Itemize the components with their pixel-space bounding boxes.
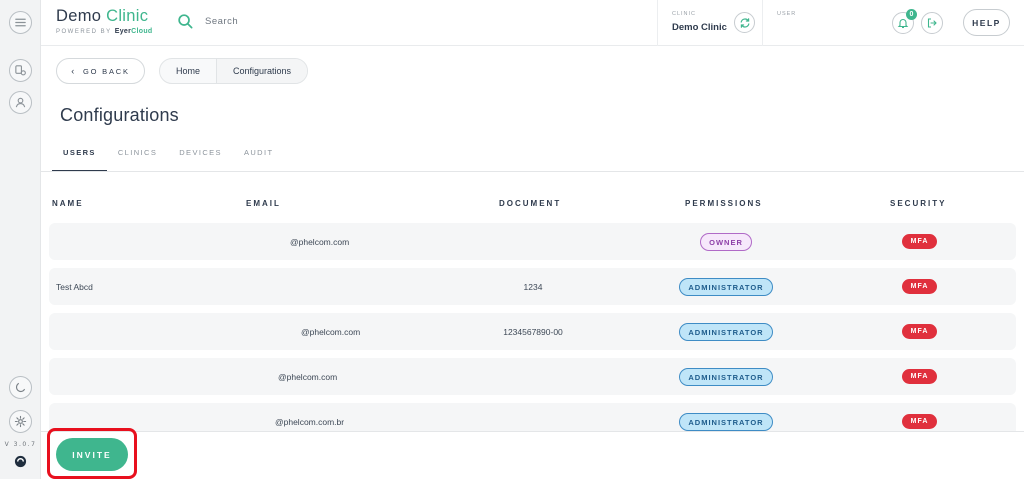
user-document	[489, 223, 577, 260]
clinic-name: Demo Clinic	[672, 22, 727, 33]
column-security: SECURITY	[890, 199, 947, 208]
user-email: @phelcom.com	[301, 326, 361, 337]
switch-clinic-button[interactable]	[734, 12, 755, 33]
hamburger-icon	[15, 18, 26, 27]
column-email: EMAIL	[246, 199, 281, 208]
invite-button[interactable]: INVITE	[56, 438, 128, 471]
powered-by-eyer: Eyer	[114, 28, 132, 35]
menu-button[interactable]	[9, 11, 32, 34]
user-label: USER	[777, 11, 797, 17]
tab-audit[interactable]: AUDIT	[233, 139, 285, 172]
powered-by: POWERED BY EyerCloud	[56, 28, 152, 35]
mfa-badge: MFA	[902, 234, 937, 249]
bottom-action-bar	[41, 432, 1024, 479]
powered-by-text: POWERED BY	[56, 29, 112, 35]
user-email: @phelcom.com	[290, 236, 350, 247]
settings-button[interactable]	[9, 410, 32, 433]
patients-nav-button[interactable]	[9, 91, 32, 114]
notification-count-badge: 0	[906, 9, 917, 20]
person-icon	[15, 97, 26, 108]
left-rail: V 3.0.7	[0, 0, 41, 479]
exam-icon	[15, 65, 26, 76]
bottom-divider	[41, 431, 1024, 432]
search-bar[interactable]: Search	[177, 13, 238, 30]
clinic-label: CLINIC	[672, 11, 697, 17]
breadcrumb-home[interactable]: Home	[160, 59, 216, 83]
eyer-logo-icon	[14, 455, 27, 468]
brand-clinic: Clinic	[106, 7, 149, 25]
version-label: V 3.0.7	[4, 441, 37, 448]
column-document: DOCUMENT	[499, 199, 562, 208]
tab-clinics[interactable]: CLINICS	[107, 139, 168, 172]
tabs-divider	[41, 171, 1024, 172]
user-document	[489, 358, 577, 395]
search-icon	[178, 14, 193, 29]
chevron-left-icon: ‹	[71, 66, 77, 76]
column-name: NAME	[52, 199, 84, 208]
tab-users[interactable]: USERS	[52, 139, 107, 172]
permission-badge: ADMINISTRATOR	[679, 413, 773, 431]
breadcrumb-configurations: Configurations	[216, 59, 308, 83]
logout-icon	[927, 18, 937, 28]
mfa-badge: MFA	[902, 414, 937, 429]
page-title: Configurations	[60, 105, 179, 125]
table-row[interactable]: @phelcom.com OWNER MFA	[49, 223, 1016, 260]
column-permissions: PERMISSIONS	[685, 199, 763, 208]
brand-title: Demo Clinic	[56, 7, 152, 26]
dark-mode-toggle[interactable]	[9, 376, 32, 399]
user-name: Test Abcd	[56, 281, 93, 292]
top-header: Demo Clinic POWERED BY EyerCloud Search …	[41, 0, 1024, 46]
mfa-badge: MFA	[902, 279, 937, 294]
notifications-button[interactable]: 0	[892, 9, 917, 34]
user-document: 1234567890-00	[503, 326, 563, 337]
permission-badge: OWNER	[700, 233, 752, 251]
user-document: 1234	[523, 281, 543, 292]
help-button[interactable]: HELP	[963, 9, 1010, 36]
sync-icon	[740, 17, 749, 28]
config-tabs: USERS CLINICS DEVICES AUDIT	[52, 139, 284, 172]
exams-nav-button[interactable]	[9, 59, 32, 82]
table-row[interactable]: @phelcom.com ADMINISTRATOR MFA	[49, 358, 1016, 395]
permission-badge: ADMINISTRATOR	[679, 368, 773, 386]
gear-icon	[14, 415, 27, 428]
go-back-button[interactable]: ‹ GO BACK	[56, 58, 145, 84]
clinic-selector: CLINIC Demo Clinic	[657, 0, 763, 46]
permission-badge: ADMINISTRATOR	[679, 323, 773, 341]
breadcrumb: Home Configurations	[159, 58, 309, 84]
mfa-badge: MFA	[902, 369, 937, 384]
tab-devices[interactable]: DEVICES	[168, 139, 233, 172]
table-row[interactable]: Test Abcd 1234 ADMINISTRATOR MFA	[49, 268, 1016, 305]
brand-logo[interactable]: Demo Clinic POWERED BY EyerCloud	[56, 7, 152, 35]
powered-by-cloud: Cloud	[131, 28, 153, 35]
permission-badge: ADMINISTRATOR	[679, 278, 773, 296]
mfa-badge: MFA	[902, 324, 937, 339]
brand-demo: Demo	[56, 7, 102, 25]
table-row[interactable]: @phelcom.com 1234567890-00 ADMINISTRATOR…	[49, 313, 1016, 350]
logout-button[interactable]	[921, 12, 943, 34]
user-email: @phelcom.com	[278, 371, 338, 382]
go-back-label: GO BACK	[83, 66, 130, 76]
moon-icon	[15, 382, 26, 393]
table-header: NAME EMAIL DOCUMENT PERMISSIONS SECURITY	[41, 199, 1024, 211]
search-placeholder[interactable]: Search	[205, 16, 238, 27]
